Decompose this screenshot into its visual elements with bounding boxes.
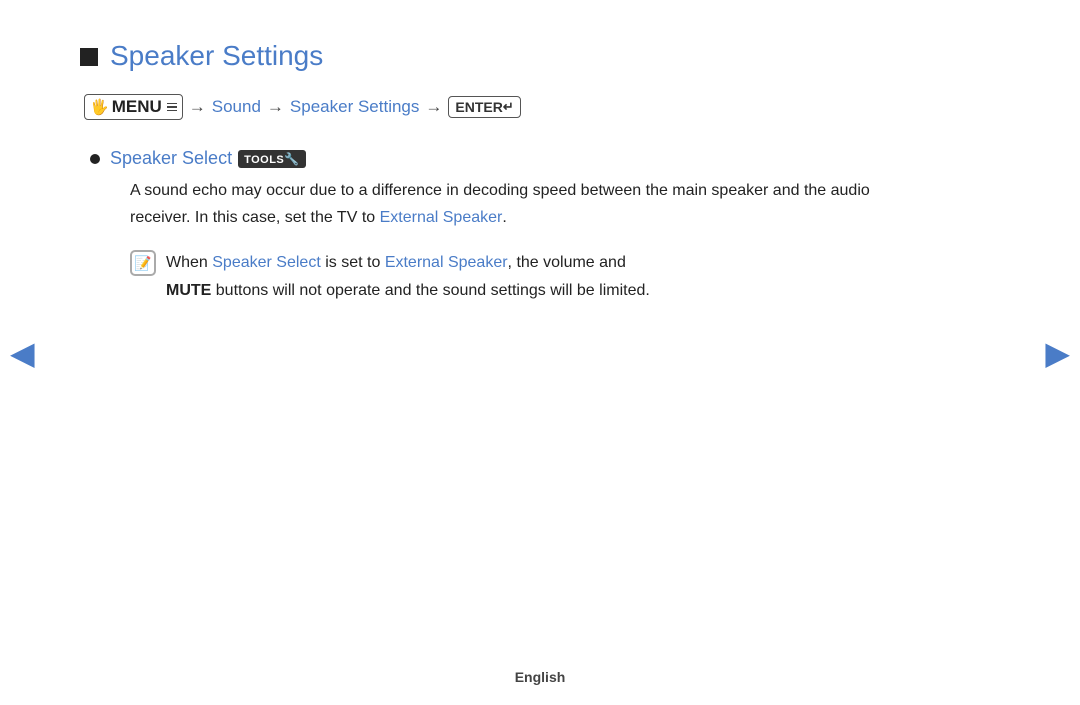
note-suffix: , the volume and [508, 254, 626, 271]
tools-badge: TOOLS🔧 [238, 150, 306, 168]
page-title: Speaker Settings [110, 40, 323, 72]
description-text: A sound echo may occur due to a differen… [130, 177, 900, 231]
external-speaker-link1: External Speaker [380, 209, 503, 226]
enter-label: ENTER [455, 99, 502, 115]
note-mute: MUTE [166, 282, 211, 299]
note-link2-text: External Speaker [385, 254, 508, 271]
prev-button[interactable]: ◀ [10, 334, 35, 372]
note-text: When Speaker Select is set to External S… [166, 249, 650, 303]
speaker-select-header: Speaker Select TOOLS🔧 [110, 148, 900, 169]
note-box: 📝 When Speaker Select is set to External… [130, 249, 900, 303]
arrow-2: → [267, 97, 284, 117]
main-content: Speaker Settings 🖐 MENU → Sound → Speake… [0, 0, 980, 358]
arrow-3: → [425, 97, 442, 117]
enter-icon: ENTER↵ [448, 96, 520, 118]
note-link1-text: Speaker Select [212, 254, 321, 271]
next-button[interactable]: ▶ [1045, 334, 1070, 372]
description-end: . [502, 209, 506, 226]
menu-label: MENU [112, 97, 162, 117]
speaker-select-label: Speaker Select [110, 148, 232, 169]
breadcrumb-speaker-settings: Speaker Settings [290, 97, 419, 117]
note-speaker-select-link: Speaker Select [212, 254, 321, 271]
note-mid: is set to [325, 254, 380, 271]
section-list: Speaker Select TOOLS🔧 A sound echo may o… [90, 148, 900, 304]
breadcrumb: 🖐 MENU → Sound → Speaker Settings → ENTE… [84, 94, 900, 120]
breadcrumb-sound: Sound [212, 97, 261, 117]
speaker-select-content: Speaker Select TOOLS🔧 A sound echo may o… [110, 148, 900, 304]
note-line2-suffix: buttons will not operate and the sound s… [216, 282, 650, 299]
title-row: Speaker Settings [80, 40, 900, 72]
menu-icon: 🖐 MENU [84, 94, 183, 120]
note-external-speaker-link: External Speaker [385, 254, 508, 271]
title-icon [80, 48, 98, 66]
arrow-1: → [189, 97, 206, 117]
footer-language: English [515, 669, 566, 685]
mute-label: MUTE [166, 282, 211, 299]
tools-badge-text: TOOLS [244, 153, 284, 165]
description-link: External Speaker [380, 209, 503, 226]
bullet-icon [90, 154, 100, 164]
note-prefix: When [166, 254, 208, 271]
speaker-select-item: Speaker Select TOOLS🔧 A sound echo may o… [90, 148, 900, 304]
note-icon: 📝 [130, 250, 156, 276]
menu-lines-icon [167, 103, 177, 112]
